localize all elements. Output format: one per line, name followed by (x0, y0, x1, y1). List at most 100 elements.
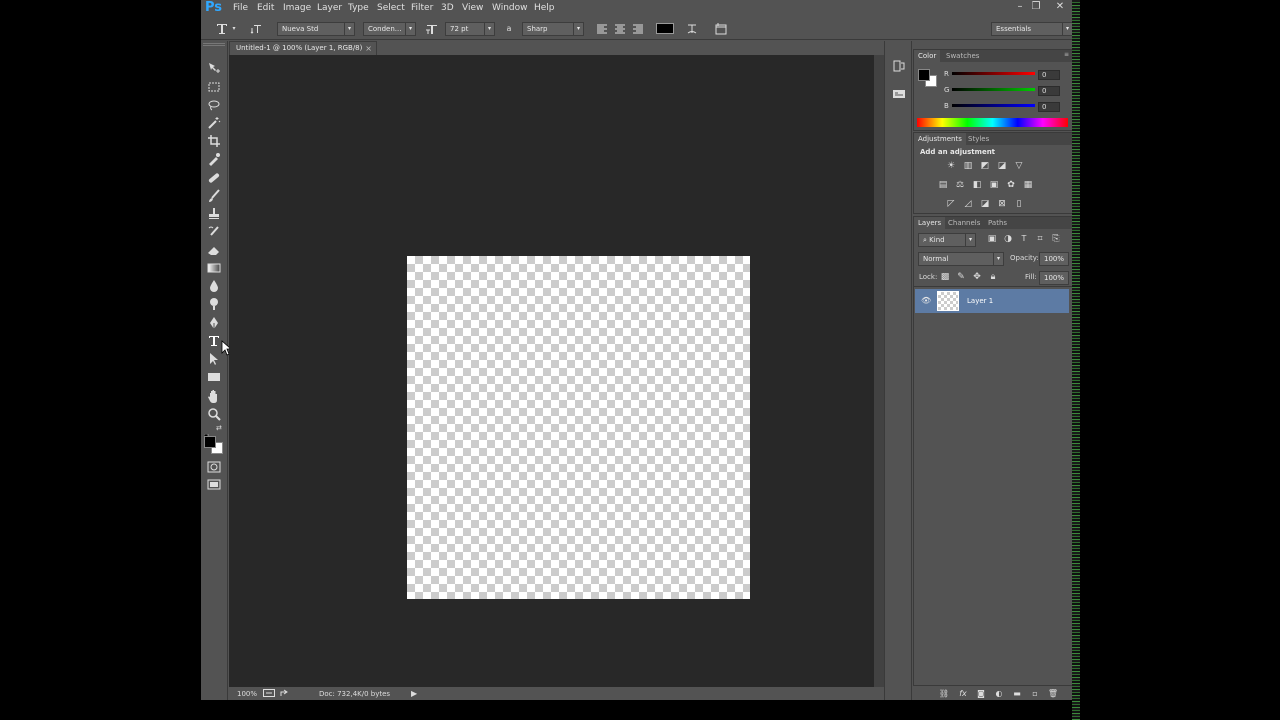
layer-mask-icon[interactable]: ◙ (975, 689, 987, 699)
menu-3d[interactable]: 3D (441, 3, 454, 13)
font-size-select[interactable]: 72 pt ▾ (445, 22, 495, 36)
zoom-level[interactable]: 100% (237, 690, 257, 698)
text-color-swatch[interactable] (656, 23, 674, 34)
menu-image[interactable]: Image (283, 3, 311, 13)
blend-mode-select[interactable]: Normal ▾ (918, 252, 1004, 266)
status-menu-arrow-icon[interactable]: ▶ (411, 689, 417, 698)
magic-wand-tool-icon[interactable] (206, 115, 222, 131)
filter-pixel-icon[interactable]: ▣ (986, 233, 998, 245)
brush-tool-icon[interactable] (206, 188, 222, 204)
opacity-input[interactable]: 100% (1039, 252, 1069, 266)
filter-type-icon[interactable]: T (1018, 233, 1030, 245)
blue-value[interactable]: 0 (1038, 102, 1060, 112)
curves-icon[interactable]: ◩ (979, 160, 991, 172)
default-colors-icon[interactable] (203, 425, 210, 440)
eraser-tool-icon[interactable] (206, 242, 222, 258)
text-tool-preset-icon[interactable] (214, 21, 230, 37)
new-adjustment-layer-icon[interactable]: ◐ (993, 689, 1005, 699)
clone-stamp-tool-icon[interactable] (206, 206, 222, 222)
healing-brush-tool-icon[interactable] (206, 170, 222, 186)
crop-tool-icon[interactable] (206, 133, 222, 149)
character-panel-icon[interactable] (713, 21, 729, 37)
fill-input[interactable]: 100% (1039, 271, 1069, 285)
filter-smart-object-icon[interactable]: ⎘ (1050, 233, 1062, 245)
tab-layers[interactable]: Layers (914, 217, 946, 229)
brightness-contrast-icon[interactable]: ☀ (945, 160, 957, 172)
type-tool-icon[interactable] (206, 333, 222, 349)
exposure-icon[interactable]: ◪ (996, 160, 1008, 172)
invert-icon[interactable]: ◸ (945, 198, 957, 210)
hand-tool-icon[interactable] (206, 388, 222, 404)
zoom-tool-icon[interactable] (206, 406, 222, 422)
lock-position-icon[interactable]: ✥ (971, 271, 983, 283)
color-spectrum-ramp[interactable] (917, 118, 1068, 127)
vibrance-icon[interactable]: ▽ (1013, 160, 1025, 172)
layer-name[interactable]: Layer 1 (967, 297, 993, 305)
transparent-canvas[interactable] (407, 256, 750, 599)
marquee-tool-icon[interactable] (206, 79, 222, 95)
tab-color[interactable]: Color (914, 50, 941, 62)
panel-menu-icon[interactable]: ≡ (1064, 51, 1069, 58)
blur-tool-icon[interactable] (206, 278, 222, 294)
warp-text-icon[interactable] (684, 21, 700, 37)
new-group-icon[interactable]: ▬ (1011, 689, 1023, 699)
selective-color-icon[interactable]: ⊠ (996, 198, 1008, 210)
eyedropper-tool-icon[interactable] (206, 151, 222, 167)
vertical-scrollbar[interactable] (874, 55, 884, 687)
screen-mode-icon[interactable] (206, 477, 222, 493)
tab-channels[interactable]: Channels (944, 217, 984, 229)
toolbar-grip[interactable] (203, 43, 225, 46)
path-selection-tool-icon[interactable] (206, 351, 222, 367)
blue-slider[interactable] (952, 104, 1035, 107)
photo-filter-icon[interactable]: ▣ (988, 179, 1000, 191)
delete-layer-icon[interactable]: 🗑︎ (1047, 689, 1059, 699)
eye-icon[interactable]: 👁︎ (921, 296, 931, 306)
black-white-icon[interactable]: ◧ (971, 179, 983, 191)
tab-swatches[interactable]: Swatches (942, 50, 983, 62)
status-export-icon[interactable] (280, 689, 290, 697)
antialias-select[interactable]: Sharp ▾ (522, 22, 584, 36)
tab-styles[interactable]: Styles (964, 133, 993, 145)
gradient-map-icon[interactable]: ▯ (1013, 198, 1025, 210)
green-slider[interactable] (952, 88, 1035, 91)
link-layers-icon[interactable]: ⛓ (938, 689, 950, 699)
gradient-tool-icon[interactable] (206, 260, 222, 276)
hue-saturation-icon[interactable]: ▤ (937, 179, 949, 191)
quick-mask-icon[interactable] (206, 459, 222, 475)
workspace-select[interactable]: Essentials ▾ (991, 22, 1073, 36)
menu-type[interactable]: Type (348, 3, 369, 13)
rectangle-tool-icon[interactable] (206, 369, 222, 385)
color-balance-icon[interactable]: ⚖ (954, 179, 966, 191)
restore-button[interactable]: ❐ (1028, 1, 1044, 13)
menu-help[interactable]: Help (534, 3, 555, 13)
menu-view[interactable]: View (462, 3, 483, 13)
minimize-button[interactable]: – (1012, 1, 1028, 13)
document-canvas-area[interactable] (229, 55, 874, 687)
layer-filter-select[interactable]: ⌕ Kind ▾ (918, 233, 976, 247)
lock-image-icon[interactable]: ✎ (955, 271, 967, 283)
levels-icon[interactable]: ▥ (962, 160, 974, 172)
close-button[interactable]: ✕ (1052, 1, 1068, 13)
status-share-icon[interactable] (263, 689, 275, 697)
align-center-icon[interactable] (612, 21, 628, 37)
document-tab[interactable]: Untitled-1 @ 100% (Layer 1, RGB/8) × (229, 41, 377, 55)
history-brush-tool-icon[interactable] (206, 224, 222, 240)
font-family-select[interactable]: Nueva Std ▾ (277, 22, 355, 36)
lasso-tool-icon[interactable] (206, 97, 222, 113)
red-slider[interactable] (952, 72, 1035, 75)
menu-layer[interactable]: Layer (317, 3, 342, 13)
dodge-tool-icon[interactable] (206, 296, 222, 312)
filter-shape-icon[interactable]: ⌗ (1034, 233, 1046, 245)
filter-adjustment-icon[interactable]: ◑ (1002, 233, 1014, 245)
properties-panel-icon[interactable] (891, 86, 907, 102)
menu-filter[interactable]: Filter (411, 3, 433, 13)
red-value[interactable]: 0 (1038, 70, 1060, 80)
pen-tool-icon[interactable] (206, 315, 222, 331)
threshold-icon[interactable]: ◪ (979, 198, 991, 210)
channel-mixer-icon[interactable]: ✿ (1005, 179, 1017, 191)
swap-colors-icon[interactable]: ⇄ (216, 424, 224, 432)
menu-file[interactable]: File (233, 3, 248, 13)
menu-select[interactable]: Select (377, 3, 405, 13)
posterize-icon[interactable]: ◿ (962, 198, 974, 210)
text-orientation-icon[interactable] (249, 21, 265, 37)
